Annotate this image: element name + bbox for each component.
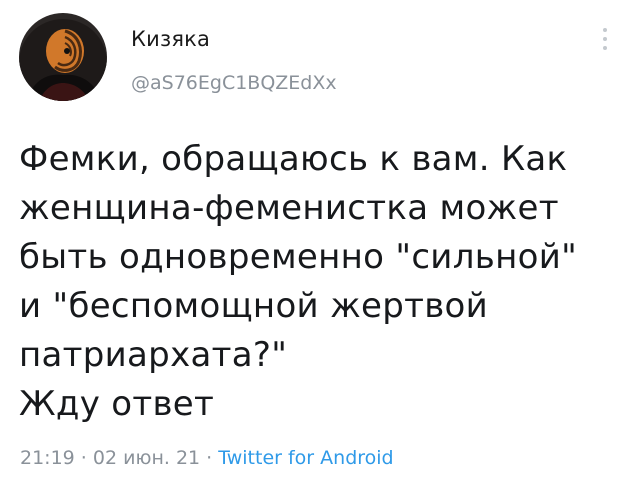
tweet-time[interactable]: 21:19 bbox=[20, 447, 75, 469]
tweet-text: Фемки, обращаюсь к вам. Как женщина-феме… bbox=[19, 135, 629, 429]
avatar[interactable] bbox=[19, 13, 107, 101]
tweet-text-line: женщина-феменистка может bbox=[19, 188, 559, 228]
display-name[interactable]: Кизяка bbox=[131, 27, 337, 51]
user-handle[interactable]: @aS76EgC1BQZEdXx bbox=[131, 72, 337, 94]
menu-dot bbox=[603, 37, 607, 41]
tweet-meta: 21:19 · 02 июн. 21 · Twitter for Android bbox=[20, 446, 394, 470]
menu-dot bbox=[603, 46, 607, 50]
author-block: Кизяка @aS76EgC1BQZEdXx bbox=[131, 27, 337, 94]
tweet-text-line: быть одновременно "сильной" bbox=[19, 237, 578, 277]
more-vertical-icon[interactable] bbox=[598, 28, 612, 58]
meta-separator: · bbox=[74, 447, 93, 469]
masked-character-avatar-icon bbox=[19, 13, 107, 101]
tweet-text-line: и "беспомощной жертвой bbox=[19, 286, 489, 326]
meta-separator: · bbox=[200, 447, 219, 469]
tweet-text-line: Жду ответ bbox=[19, 384, 215, 424]
tweet-text-line: патриархата?" bbox=[19, 335, 288, 375]
tweet-date[interactable]: 02 июн. 21 bbox=[93, 447, 200, 469]
tweet-text-line: Фемки, обращаюсь к вам. Как bbox=[19, 139, 568, 179]
menu-dot bbox=[603, 28, 607, 32]
tweet-source-link[interactable]: Twitter for Android bbox=[218, 447, 393, 469]
tweet-card: Кизяка @aS76EgC1BQZEdXx Фемки, обращаюсь… bbox=[0, 0, 640, 491]
